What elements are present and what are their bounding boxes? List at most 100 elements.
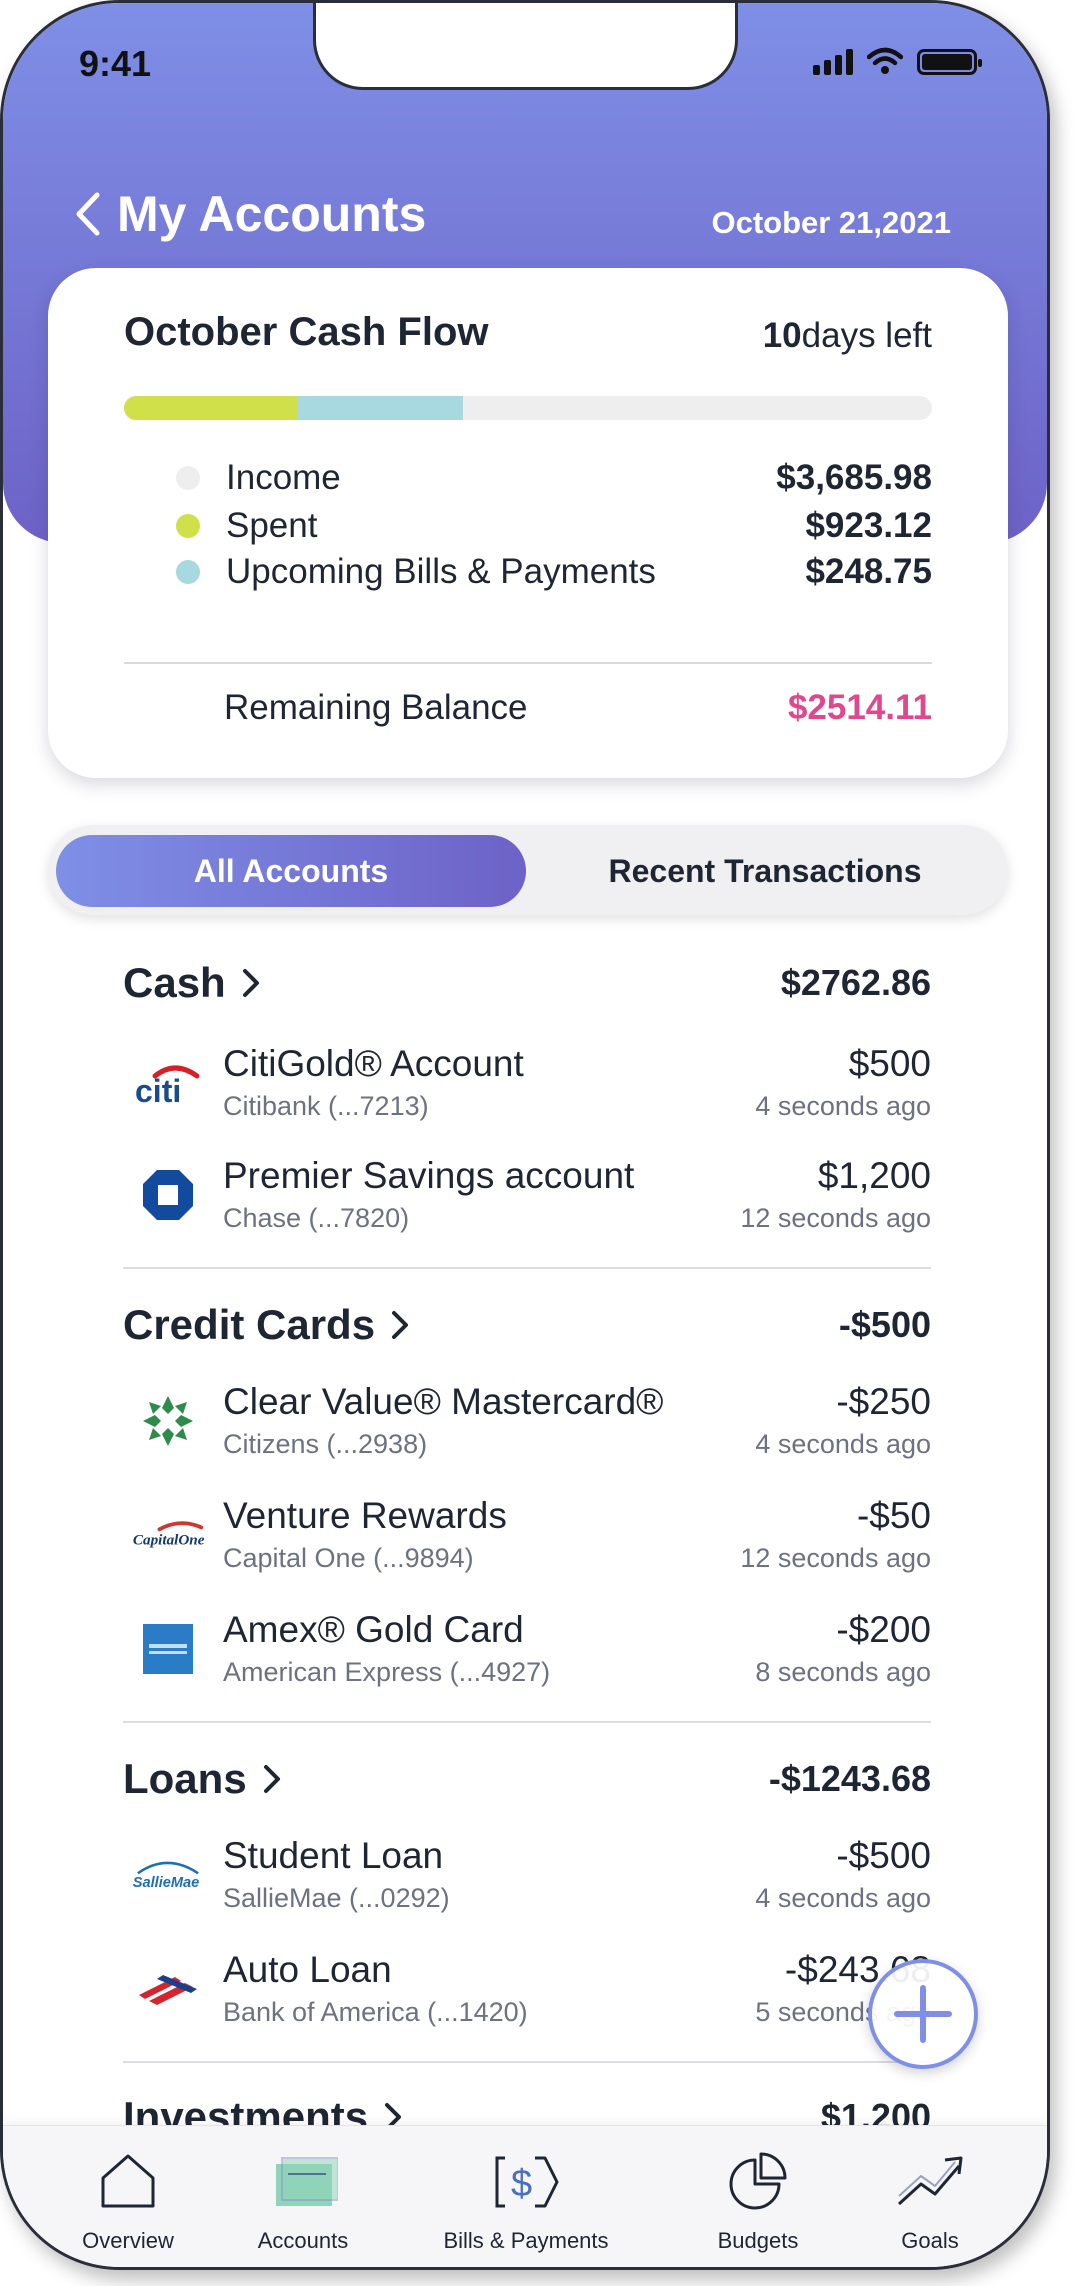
tab-label: Bills & Payments: [443, 2228, 609, 2253]
account-amount: -$50: [856, 1495, 931, 1536]
accounts-icon: [276, 2157, 338, 2206]
card-divider: [124, 662, 932, 664]
tab-overview[interactable]: Overview: [73, 2126, 183, 2267]
account-updated: 12 seconds ago: [740, 1203, 931, 1233]
progress-spent-segment: [124, 396, 298, 420]
cash-flow-progress-bar: [124, 396, 932, 420]
flow-value: $923.12: [805, 506, 932, 545]
section-divider: [123, 2061, 931, 2063]
account-row[interactable]: citi CitiGold® Account Citibank (...7213…: [123, 1043, 931, 1133]
tab-label: Budgets: [717, 2228, 799, 2253]
tab-all-accounts[interactable]: All Accounts: [56, 835, 526, 907]
home-icon: [101, 2154, 155, 2208]
spent-dot: [176, 514, 200, 538]
tab-recent-transactions[interactable]: Recent Transactions: [530, 835, 1000, 907]
account-institution: SallieMae (...0292): [223, 1883, 450, 1913]
section-header-loans[interactable]: Loans -$1243.68: [123, 1755, 931, 1803]
account-institution: American Express (...4927): [223, 1657, 551, 1687]
account-name: Student Loan: [223, 1835, 444, 1876]
capital-one-wordmark: CapitalOne: [133, 1531, 205, 1548]
cellular-signal-icon: [813, 49, 853, 75]
chevron-right-icon: [263, 1765, 280, 1793]
pie-chart-icon: [729, 2152, 787, 2210]
account-row[interactable]: CapitalOne Venture Rewards Capital One (…: [123, 1495, 931, 1585]
account-updated: 4 seconds ago: [755, 1883, 931, 1913]
account-amount: $500: [848, 1043, 931, 1084]
days-left-number: 10: [762, 316, 802, 355]
account-updated: 12 seconds ago: [740, 1543, 931, 1573]
tab-bills-payments[interactable]: $ Bills & Payments: [431, 2126, 621, 2267]
citizens-logo: [131, 1391, 205, 1451]
account-name: Premier Savings account: [223, 1155, 635, 1196]
salliemae-wordmark: SallieMae: [133, 1875, 200, 1891]
salliemae-logo: SallieMae: [131, 1845, 205, 1905]
bottom-tab-bar: Overview Accounts $ Bills & Payments Bud…: [3, 2125, 1047, 2267]
account-institution: Bank of America (...1420): [223, 1997, 528, 2027]
bank-of-america-logo: [131, 1959, 205, 2019]
account-institution: Chase (...7820): [223, 1203, 410, 1233]
account-amount: -$200: [836, 1609, 931, 1650]
account-row[interactable]: Premier Savings account Chase (...7820) …: [123, 1155, 931, 1245]
tab-budgets[interactable]: Budgets: [703, 2126, 813, 2267]
chase-octagon-icon: [143, 1170, 193, 1220]
upcoming-dot: [176, 560, 200, 584]
account-updated: 4 seconds ago: [755, 1429, 931, 1459]
account-row[interactable]: Amex® Gold Card American Express (...492…: [123, 1609, 931, 1699]
flow-label: Spent: [226, 506, 318, 545]
progress-upcoming-segment: [297, 396, 464, 420]
account-amount: -$500: [836, 1835, 931, 1876]
account-updated: 4 seconds ago: [755, 1091, 931, 1121]
tab-label: Accounts: [257, 2228, 349, 2253]
account-institution: Citibank (...7213): [223, 1091, 429, 1121]
header-date: October 21,2021: [711, 205, 951, 240]
income-dot: [176, 466, 200, 490]
account-row[interactable]: Clear Value® Mastercard® Citizens (...29…: [123, 1381, 931, 1471]
account-row[interactable]: SallieMae Student Loan SallieMae (...029…: [123, 1835, 931, 1925]
days-left-suffix: days left: [801, 316, 932, 355]
account-institution: Capital One (...9894): [223, 1543, 474, 1573]
salliemae-mark: SallieMae: [133, 1861, 200, 1891]
amex-logo: [131, 1619, 205, 1679]
page-title: My Accounts: [117, 186, 427, 242]
capital-one-logo: CapitalOne: [131, 1505, 205, 1565]
tab-label: Overview: [82, 2228, 174, 2253]
citi-logo-mark: citi: [135, 1065, 200, 1108]
remaining-balance-label: Remaining Balance: [224, 688, 528, 727]
account-institution: Citizens (...2938): [223, 1429, 428, 1459]
account-name: Clear Value® Mastercard®: [223, 1381, 664, 1422]
amex-card-icon: [143, 1624, 193, 1674]
tab-label: Goals: [901, 2228, 959, 2253]
phone-frame: 9:41 My Accounts October 21,2021 October…: [0, 0, 1050, 2270]
remaining-balance-value: $2514.11: [787, 688, 932, 727]
section-divider: [123, 1267, 931, 1269]
section-header-cash[interactable]: Cash $2762.86: [123, 959, 931, 1007]
wifi-icon: [867, 47, 903, 74]
section-total: $2762.86: [780, 962, 931, 1003]
account-row[interactable]: Auto Loan Bank of America (...1420) -$24…: [123, 1949, 931, 2039]
bank-of-america-flag-icon: [139, 1975, 197, 2005]
tab-accounts[interactable]: Accounts: [243, 2126, 363, 2267]
section-divider: [123, 1721, 931, 1723]
chase-logo: [131, 1165, 205, 1225]
flow-label: Upcoming Bills & Payments: [226, 552, 656, 591]
add-account-button[interactable]: [868, 1959, 978, 2069]
back-button[interactable]: My Accounts: [73, 185, 426, 243]
citizens-icon: [143, 1396, 193, 1446]
section-total: -$500: [838, 1304, 931, 1345]
flow-value: $248.75: [805, 552, 932, 591]
citi-wordmark: citi: [135, 1073, 181, 1108]
tab-goals[interactable]: Goals: [875, 2126, 985, 2267]
device-notch: [313, 3, 738, 90]
account-name: Auto Loan: [223, 1949, 392, 1990]
section-title: Loans: [123, 1755, 247, 1802]
section-total: -$1243.68: [768, 1758, 931, 1799]
status-icons: [813, 47, 982, 75]
cash-flow-card: October Cash Flow 10days left Income $3,…: [48, 268, 1008, 778]
trending-up-icon: [897, 2156, 963, 2206]
account-name: Amex® Gold Card: [223, 1609, 524, 1650]
account-amount: -$250: [836, 1381, 931, 1422]
svg-text:$: $: [511, 2163, 532, 2205]
section-title: Cash: [123, 959, 226, 1006]
bills-payments-icon: $: [495, 2156, 559, 2208]
section-header-credit-cards[interactable]: Credit Cards -$500: [123, 1301, 931, 1349]
